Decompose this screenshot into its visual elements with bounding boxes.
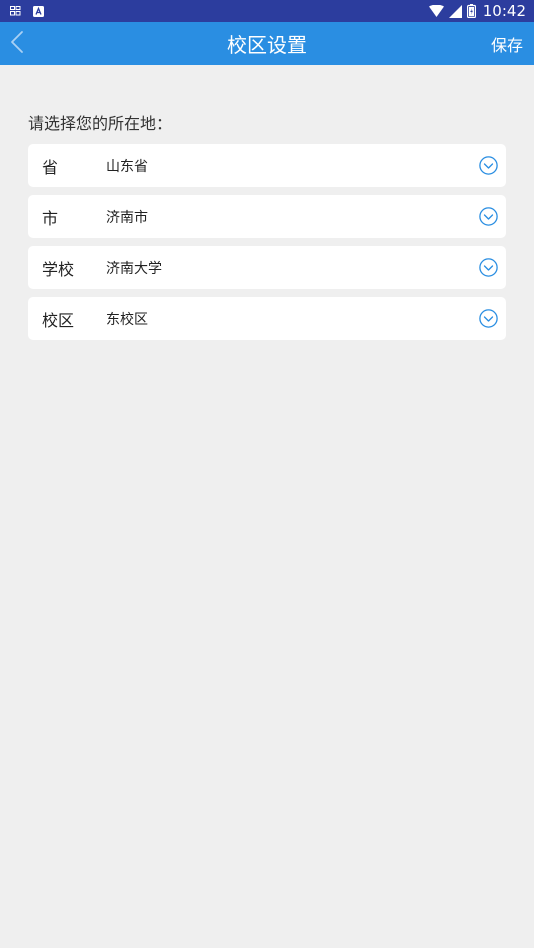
campus-selector[interactable]: 校区 东校区 xyxy=(28,297,506,340)
cell-signal-icon xyxy=(448,4,462,18)
city-selector[interactable]: 市 济南市 xyxy=(28,195,506,238)
school-label: 学校 xyxy=(42,259,75,279)
app-bar: 校区设置 保存 xyxy=(0,22,534,65)
app-icon xyxy=(33,5,44,17)
status-bar: 10:42 xyxy=(0,0,534,22)
province-selector[interactable]: 省 山东省 xyxy=(28,144,506,187)
status-time: 10:42 xyxy=(482,2,526,20)
chevron-down-circle-icon[interactable] xyxy=(479,309,498,328)
chevron-down-circle-icon[interactable] xyxy=(479,156,498,175)
location-prompt: 请选择您的所在地： xyxy=(28,114,173,133)
page-title: 校区设置 xyxy=(227,33,307,57)
chevron-left-icon xyxy=(10,30,24,58)
chevron-down-circle-icon[interactable] xyxy=(479,258,498,277)
campus-label: 校区 xyxy=(42,310,75,330)
chevron-down-circle-icon[interactable] xyxy=(479,207,498,226)
save-button[interactable]: 保存 xyxy=(491,22,523,65)
city-label: 市 xyxy=(42,208,59,228)
city-value: 济南市 xyxy=(106,209,148,226)
wifi-icon xyxy=(428,5,444,17)
status-left xyxy=(10,5,44,17)
school-selector[interactable]: 学校 济南大学 xyxy=(28,246,506,289)
back-button[interactable] xyxy=(10,22,50,65)
school-value: 济南大学 xyxy=(106,260,162,277)
province-value: 山东省 xyxy=(106,158,148,175)
campus-value: 东校区 xyxy=(106,311,148,328)
battery-icon xyxy=(466,4,476,18)
province-label: 省 xyxy=(42,157,59,177)
notification-icon xyxy=(10,6,21,16)
status-right: 10:42 xyxy=(428,2,526,20)
location-selector-list: 省 山东省 市 济南市 学校 济南大学 校区 东校区 xyxy=(28,144,506,348)
